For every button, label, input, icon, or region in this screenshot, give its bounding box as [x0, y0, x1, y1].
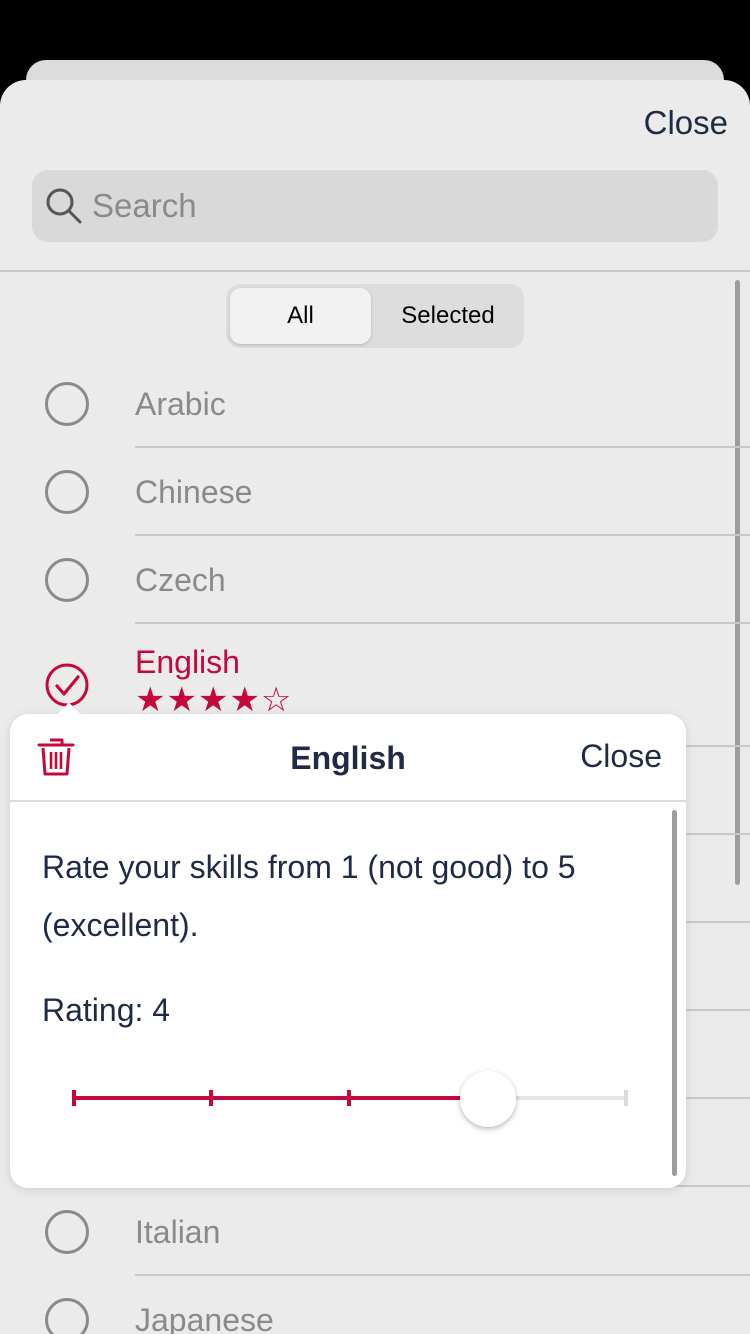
language-row-chinese[interactable]: Chinese — [0, 448, 750, 536]
radio-icon — [45, 382, 89, 426]
popover-divider — [10, 800, 686, 802]
language-label: Japanese — [135, 1302, 274, 1334]
popover-close-button[interactable]: Close — [580, 738, 662, 775]
search-icon — [46, 188, 82, 224]
slider-tick — [209, 1090, 213, 1106]
language-label: Chinese — [135, 474, 253, 510]
rating-value-label: Rating: 4 — [42, 992, 171, 1028]
popover-scrollbar[interactable] — [672, 810, 677, 1176]
language-label-selected: English — [135, 644, 240, 680]
search-placeholder: Search — [92, 187, 197, 224]
segment-selected[interactable]: Selected — [376, 288, 520, 344]
filter-segmented-control: All Selected — [226, 284, 524, 348]
slider-tick — [72, 1090, 76, 1106]
radio-icon — [45, 558, 89, 602]
search-field[interactable]: Search — [32, 170, 718, 242]
radio-icon — [45, 1298, 89, 1334]
slider-fill — [72, 1096, 488, 1100]
row-divider — [135, 622, 750, 624]
rating-popover: English Close Rate your skills from 1 (n… — [10, 702, 686, 1188]
slider-thumb[interactable] — [460, 1071, 516, 1127]
language-row-italian[interactable]: Italian — [0, 1188, 750, 1276]
radio-icon — [45, 1210, 89, 1254]
slider-tick — [347, 1090, 351, 1106]
slider-tick — [624, 1090, 628, 1106]
sheet-close-button[interactable]: Close — [644, 104, 728, 142]
header-divider — [0, 270, 750, 272]
language-label: Italian — [135, 1214, 221, 1250]
radio-icon — [45, 470, 89, 514]
checkmark-circle-icon[interactable] — [45, 663, 89, 707]
rating-slider[interactable] — [72, 1071, 628, 1127]
segment-all[interactable]: All — [230, 288, 371, 344]
language-label: Czech — [135, 562, 226, 598]
status-bar — [0, 0, 750, 60]
language-label: Arabic — [135, 386, 226, 422]
language-row-czech[interactable]: Czech — [0, 536, 750, 624]
rating-instructions: Rate your skills from 1 (not good) to 5 … — [42, 849, 576, 943]
language-row-japanese[interactable]: Japanese — [0, 1276, 750, 1334]
language-row-arabic[interactable]: Arabic — [0, 360, 750, 448]
